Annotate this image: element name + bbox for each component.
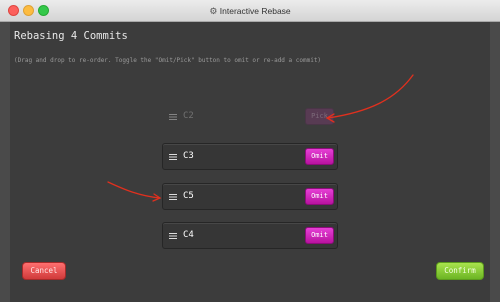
annotation-arrow-to-c5	[107, 181, 161, 199]
annotation-arrows	[107, 74, 414, 202]
annotation-arrow-to-pick	[327, 74, 414, 119]
